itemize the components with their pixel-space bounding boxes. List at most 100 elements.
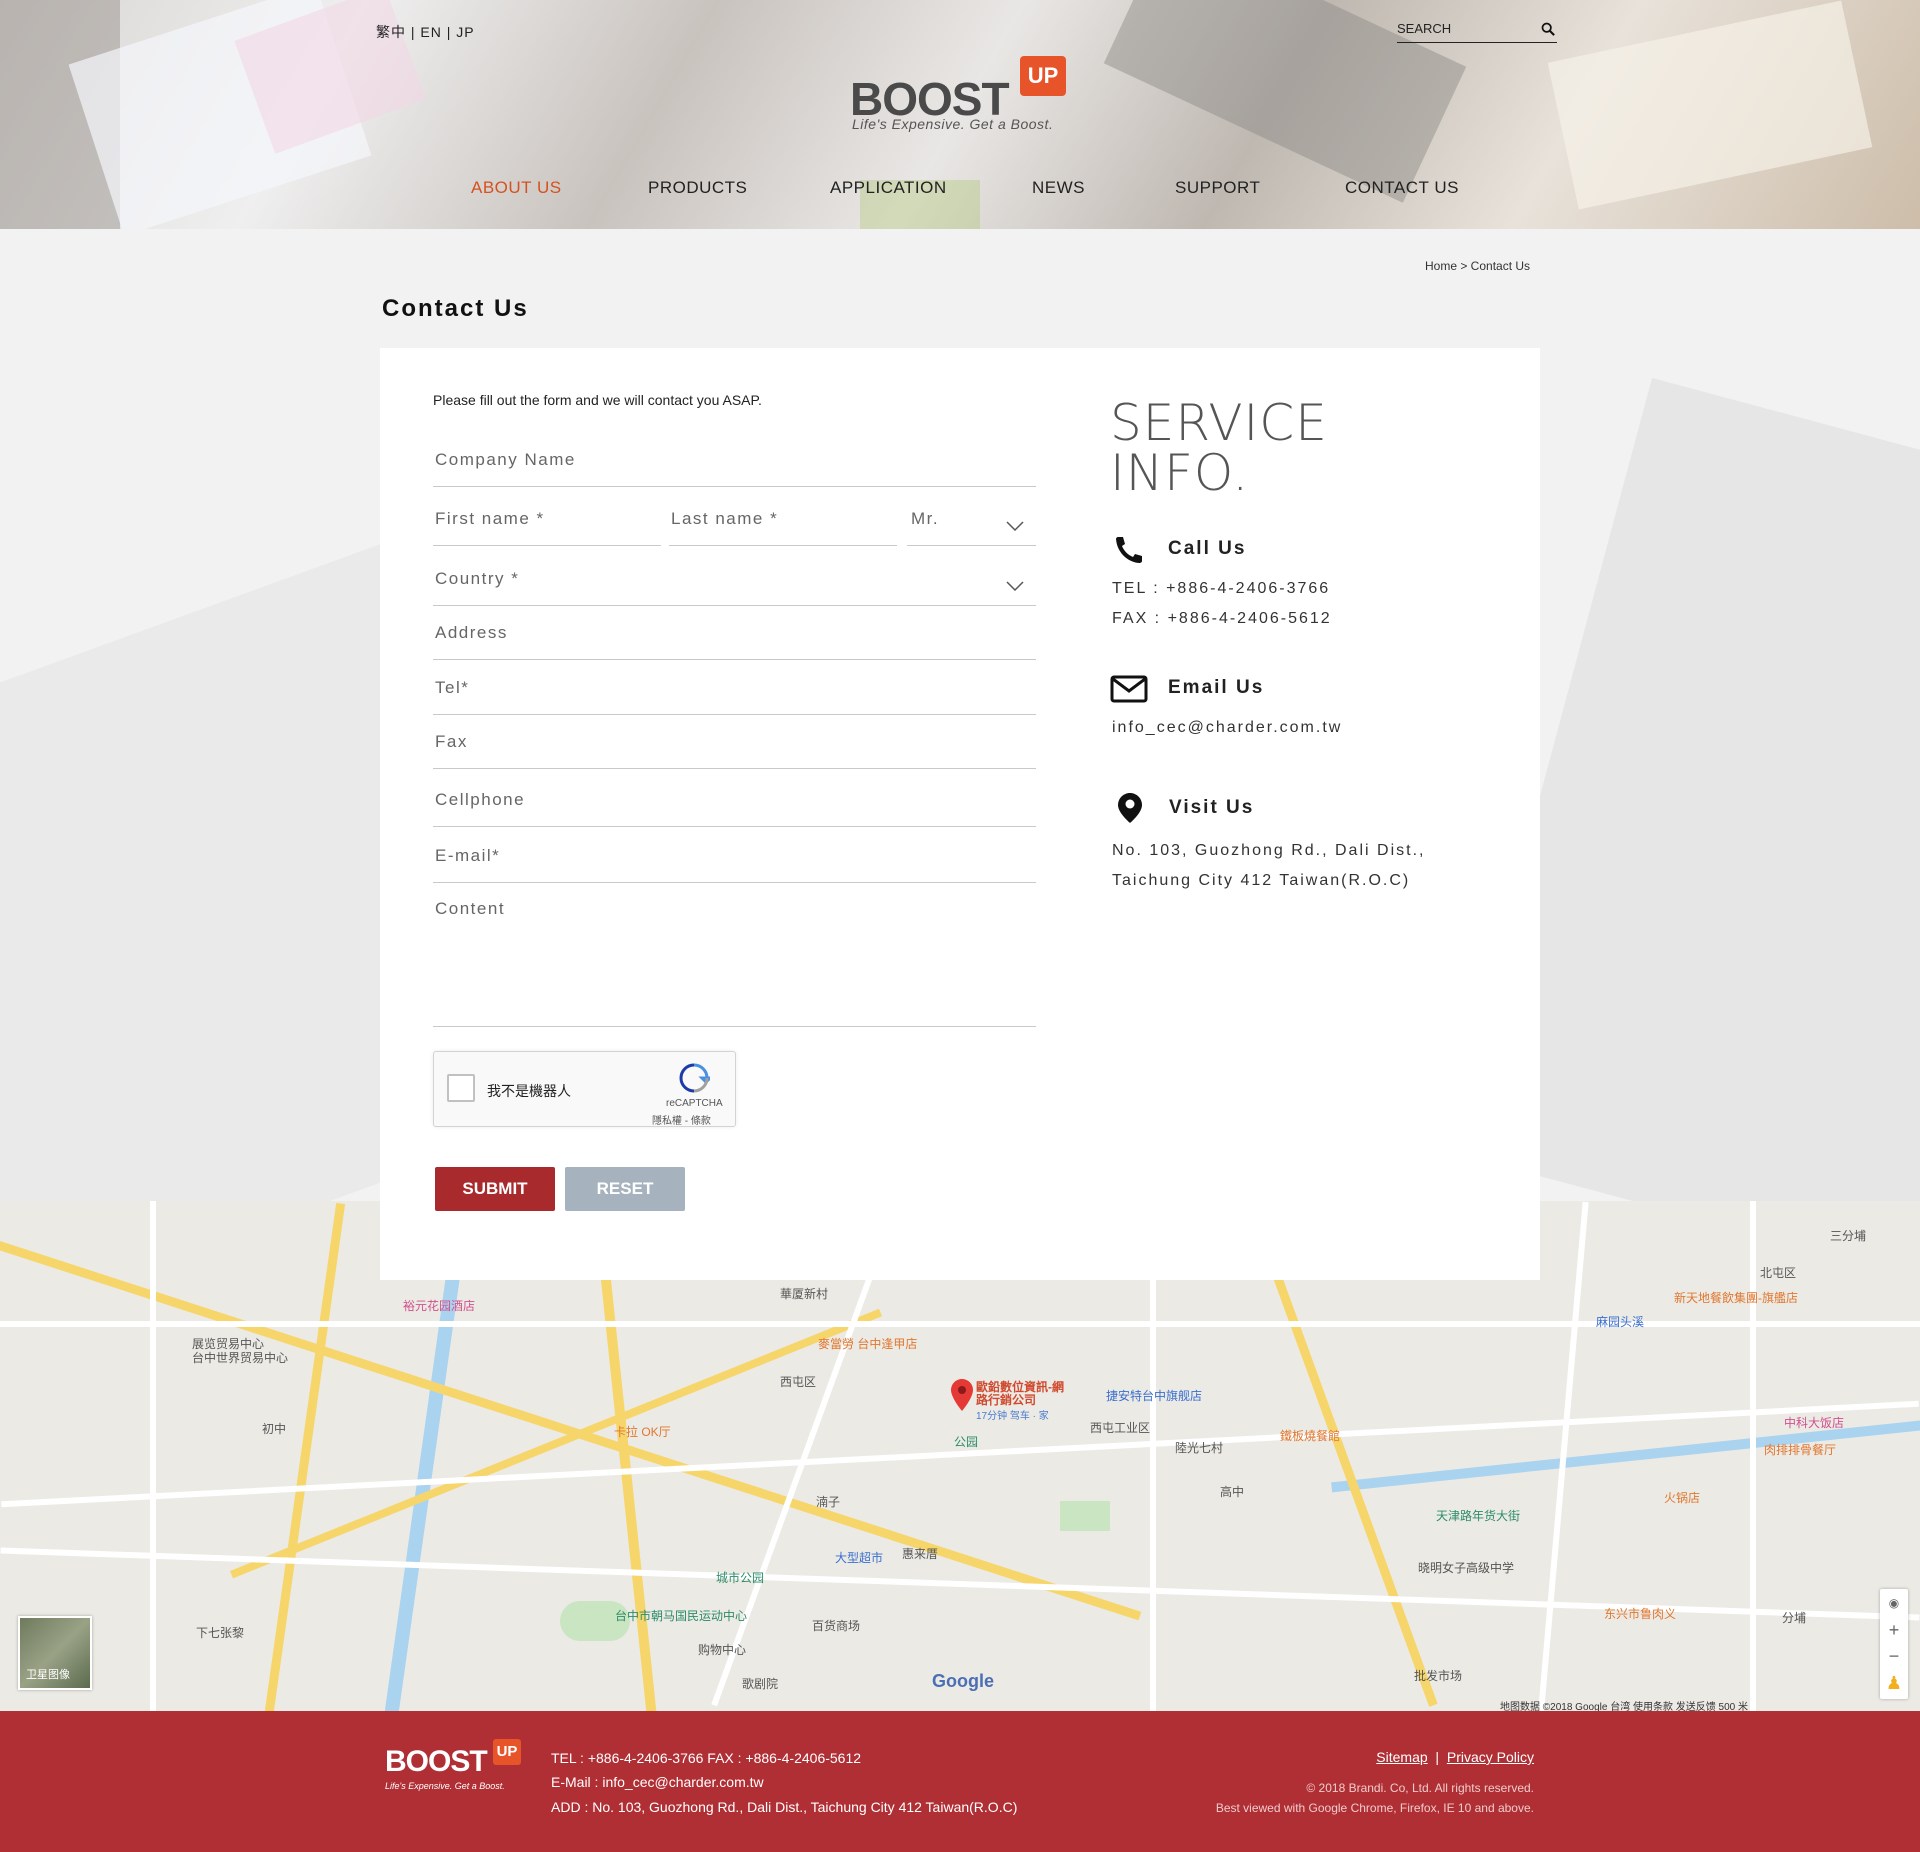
recaptcha-label: 我不是機器人 xyxy=(487,1083,571,1099)
site-footer: BOOST UP Life's Expensive. Get a Boost. … xyxy=(0,1711,1920,1852)
map-label: 晓明女子高级中学 xyxy=(1418,1561,1515,1575)
map-label: 北屯区 xyxy=(1760,1266,1797,1280)
map-label: 三分埔 xyxy=(1830,1229,1867,1243)
country-select[interactable]: Country * xyxy=(433,566,1036,606)
map-label: 裕元花园酒店 xyxy=(403,1299,476,1313)
email-field[interactable]: E-mail* xyxy=(433,843,1036,883)
search-label: SEARCH xyxy=(1397,21,1452,36)
footer-logo-wordmark: BOOST xyxy=(385,1745,488,1778)
recaptcha-checkbox[interactable] xyxy=(447,1074,475,1102)
map-label: 大型超市 xyxy=(835,1551,884,1565)
map-label: 分埔 xyxy=(1782,1611,1807,1625)
logo-badge: UP xyxy=(1020,56,1066,96)
recaptcha-terms-link[interactable]: 隱私權 - 條款 xyxy=(652,1112,711,1127)
map-label: 新天地餐飲集團-旗艦店 xyxy=(1674,1291,1798,1305)
privacy-policy-link[interactable]: Privacy Policy xyxy=(1447,1749,1534,1765)
locate-icon[interactable]: ◉ xyxy=(1880,1589,1908,1617)
map-label: 中科大饭店 xyxy=(1784,1416,1845,1430)
sitemap-link[interactable]: Sitemap xyxy=(1376,1749,1427,1765)
recaptcha-widget[interactable]: 我不是機器人 reCAPTCHA 隱私權 - 條款 xyxy=(433,1051,736,1127)
map-label: 初中 xyxy=(262,1422,287,1436)
tel-field[interactable]: Tel* xyxy=(433,675,1036,715)
main-nav: ABOUT US PRODUCTS APPLICATION NEWS SUPPO… xyxy=(0,178,1920,202)
service-email[interactable]: info_cec@charder.com.tw xyxy=(1112,719,1342,737)
map-label: 麻园头溪 xyxy=(1596,1315,1645,1329)
map-label: 捷安特台中旗舰店 xyxy=(1106,1389,1203,1403)
map-label: 湳子 xyxy=(816,1495,841,1509)
map-label: 西屯区 xyxy=(780,1375,817,1389)
chevron-down-icon xyxy=(1006,521,1024,531)
recaptcha-icon xyxy=(679,1063,710,1093)
nav-support[interactable]: SUPPORT xyxy=(1175,178,1260,198)
map-label: 城市公园 xyxy=(716,1571,765,1585)
map-label: 高中 xyxy=(1220,1485,1245,1499)
map-label: 台中世界贸易中心 xyxy=(192,1351,289,1365)
service-fax: FAX : +886-4-2406-5612 xyxy=(1112,610,1332,627)
search-box[interactable]: SEARCH xyxy=(1397,20,1557,43)
recaptcha-brand: reCAPTCHA xyxy=(666,1098,723,1109)
zoom-out-icon[interactable]: − xyxy=(1880,1643,1908,1669)
phone-icon xyxy=(1116,537,1142,563)
map-label: 百货商场 xyxy=(812,1619,861,1633)
content-textarea[interactable]: Content xyxy=(433,897,1036,1027)
search-icon[interactable] xyxy=(1541,22,1555,36)
address-field[interactable]: Address xyxy=(433,620,1036,660)
last-name-field[interactable]: Last name * xyxy=(669,506,897,546)
map-marker-directions[interactable]: 17分钟 驾车 · 家 xyxy=(976,1407,1049,1422)
street-view-icon[interactable]: ♟ xyxy=(1880,1669,1908,1697)
footer-logo[interactable]: BOOST UP Life's Expensive. Get a Boost. xyxy=(385,1739,530,1791)
footer-logo-badge: UP xyxy=(493,1739,521,1765)
map-zoom-controls[interactable]: ◉ + − ♟ xyxy=(1880,1589,1908,1699)
company-name-field[interactable]: Company Name xyxy=(433,447,1036,487)
map-label: 麥當勞 台中逢甲店 xyxy=(818,1337,918,1351)
map-label: 公园 xyxy=(954,1435,979,1449)
cellphone-field[interactable]: Cellphone xyxy=(433,787,1036,827)
site-header: 繁中 | EN | JP SEARCH BOOST UP Life's Expe… xyxy=(0,0,1920,229)
footer-logo-tagline: Life's Expensive. Get a Boost. xyxy=(385,1781,505,1791)
nav-application[interactable]: APPLICATION xyxy=(830,178,947,198)
nav-news[interactable]: NEWS xyxy=(1032,178,1085,198)
submit-button[interactable]: SUBMIT xyxy=(435,1167,555,1211)
map-label: 东兴市鲁肉义 xyxy=(1604,1607,1677,1621)
title-select[interactable]: Mr. xyxy=(907,506,1036,546)
map-label: 西屯工业区 xyxy=(1090,1421,1151,1435)
map-label: 卡拉 OK厅 xyxy=(614,1425,671,1439)
footer-address-line: ADD : No. 103, Guozhong Rd., Dali Dist.,… xyxy=(551,1799,1018,1815)
map-attribution[interactable]: 地图数据 ©2018 Google 台湾 使用条款 发送反馈 500 米 xyxy=(1500,1698,1748,1711)
map-label: 陸光七村 xyxy=(1175,1441,1224,1455)
google-logo: Google xyxy=(932,1671,994,1691)
site-logo[interactable]: BOOST UP Life's Expensive. Get a Boost. xyxy=(850,54,1070,134)
page-title: Contact Us xyxy=(382,295,529,322)
nav-products[interactable]: PRODUCTS xyxy=(648,178,747,198)
reset-button[interactable]: RESET xyxy=(565,1167,685,1211)
footer-links: Sitemap | Privacy Policy xyxy=(1376,1749,1534,1765)
footer-browser-note: Best viewed with Google Chrome, Firefox,… xyxy=(1215,1801,1534,1815)
breadcrumb[interactable]: Home > Contact Us xyxy=(1425,259,1530,273)
email-us-heading: Email Us xyxy=(1168,677,1265,698)
footer-email-line: E-Mail : info_cec@charder.com.tw xyxy=(551,1774,764,1790)
map-label: 火锅店 xyxy=(1664,1491,1701,1505)
satellite-toggle[interactable]: 卫星图像 xyxy=(18,1616,92,1690)
envelope-icon xyxy=(1110,675,1148,703)
location-pin-icon xyxy=(1118,793,1142,823)
map-label: 批发市场 xyxy=(1414,1669,1463,1683)
nav-contact-us[interactable]: CONTACT US xyxy=(1345,178,1459,198)
map-marker-icon[interactable] xyxy=(951,1379,973,1411)
map-label: 天津路年货大街 xyxy=(1436,1509,1521,1523)
map-label: 鐵板燒餐館 xyxy=(1280,1429,1341,1443)
call-us-heading: Call Us xyxy=(1168,538,1247,559)
zoom-in-icon[interactable]: + xyxy=(1880,1617,1908,1643)
service-tel[interactable]: TEL : +886-4-2406-3766 xyxy=(1112,580,1330,598)
fax-field[interactable]: Fax xyxy=(433,729,1036,769)
footer-copyright: © 2018 Brandi. Co, Ltd. All rights reser… xyxy=(1306,1781,1534,1795)
form-intro: Please fill out the form and we will con… xyxy=(433,392,762,408)
service-address-line2: Taichung City 412 Taiwan(R.O.C) xyxy=(1112,872,1411,889)
language-switcher[interactable]: 繁中 | EN | JP xyxy=(376,22,475,42)
map-label: 華厦新村 xyxy=(780,1287,829,1301)
first-name-field[interactable]: First name * xyxy=(433,506,661,546)
map-label: 购物中心 xyxy=(698,1643,747,1657)
map-marker-label: 歐鉛數位資訊-網 路行銷公司 xyxy=(976,1380,1064,1407)
map-label: 下七张黎 xyxy=(196,1626,245,1640)
logo-tagline: Life's Expensive. Get a Boost. xyxy=(852,116,1054,132)
nav-about-us[interactable]: ABOUT US xyxy=(471,178,562,198)
